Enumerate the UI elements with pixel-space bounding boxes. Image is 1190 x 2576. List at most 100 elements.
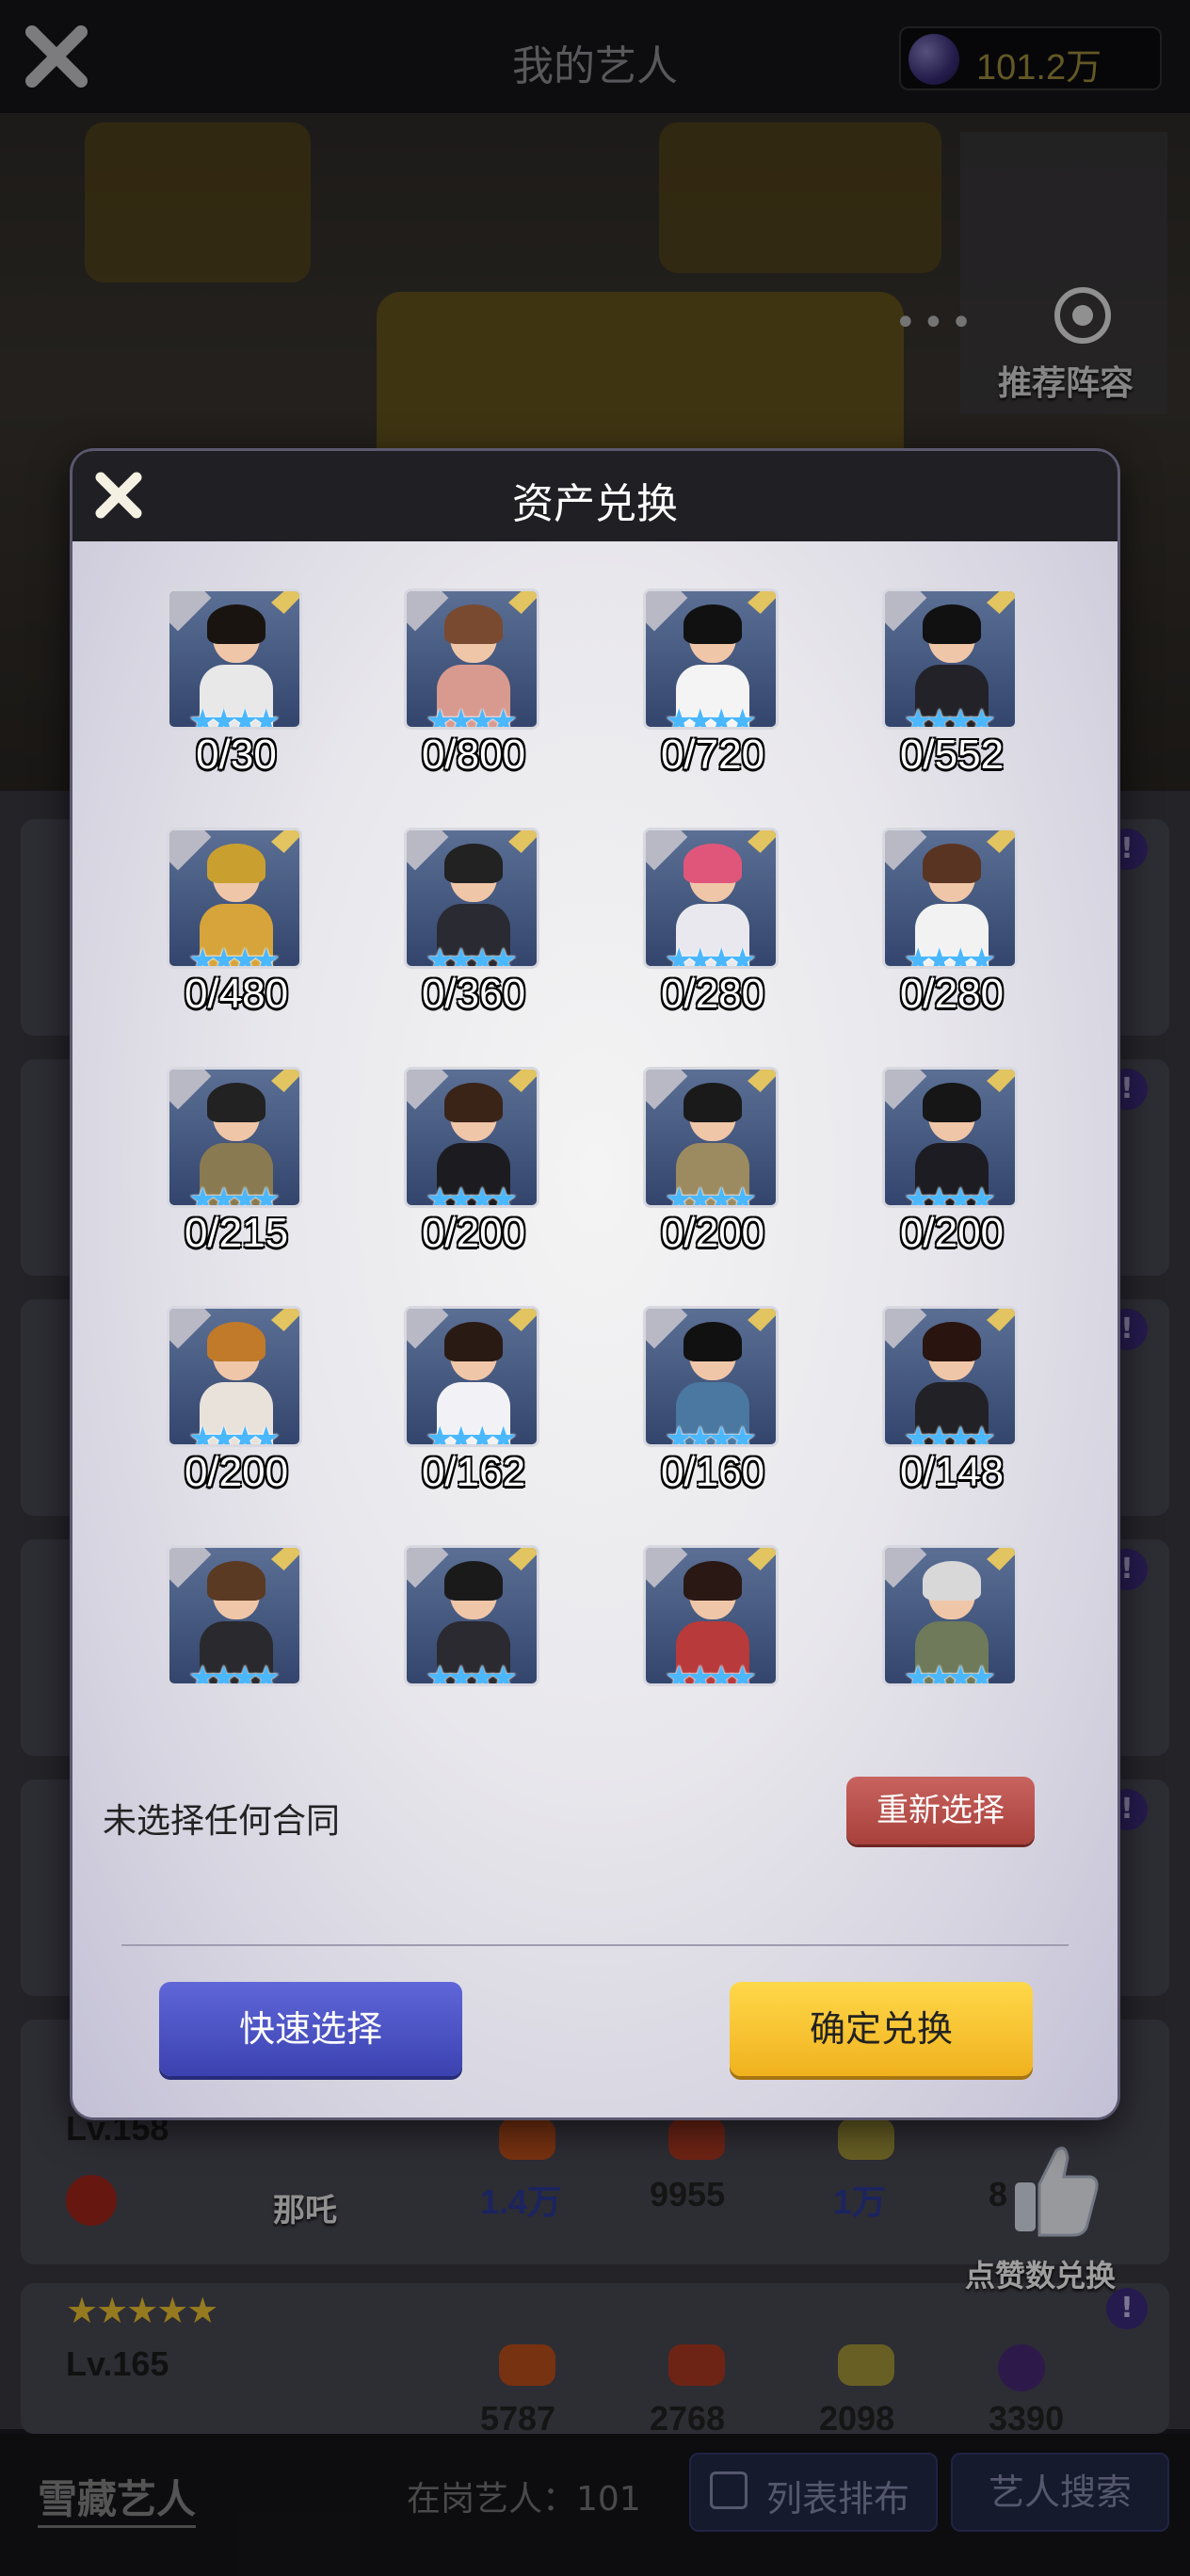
confirm-exchange-button[interactable]: 确定兑换 bbox=[730, 1982, 1033, 2076]
contract-card[interactable]: ★★★★ 0/215 bbox=[167, 1067, 306, 1256]
artist-portrait: ★★★★ bbox=[167, 1067, 302, 1208]
artist-hair bbox=[207, 1083, 265, 1122]
contract-tag-icon bbox=[748, 1070, 776, 1092]
artist-hair bbox=[923, 604, 981, 644]
contract-card[interactable]: ★★★★ 0/148 bbox=[882, 1306, 1021, 1495]
contract-tag-icon bbox=[508, 1548, 537, 1570]
contract-count: 0/162 bbox=[421, 1449, 526, 1495]
artist-hair bbox=[207, 1561, 265, 1601]
quick-select-button[interactable]: 快速选择 bbox=[159, 1982, 462, 2076]
rarity-stars: ★★★★ bbox=[426, 1659, 518, 1686]
artist-hair bbox=[923, 844, 981, 883]
rarity-stars: ★★★★ bbox=[665, 1181, 757, 1208]
contract-card[interactable]: ★★★★ 0/160 bbox=[643, 1306, 782, 1495]
contract-card[interactable]: ★★★★ 0/200 bbox=[404, 1067, 543, 1256]
dialog-body: ★★★★ 0/30 ★★★★ 0/800 ★★★★ 0/720 ★★★★ 0/552 ★★★★ 0… bbox=[72, 541, 1118, 2117]
artist-hair bbox=[207, 844, 265, 883]
artist-portrait: ★★★★ bbox=[404, 828, 539, 969]
contract-count: 0/148 bbox=[899, 1449, 1005, 1495]
contract-card[interactable]: ★★★★ 0/162 bbox=[404, 1306, 543, 1495]
contract-card[interactable]: ★★★★ 0/552 bbox=[882, 588, 1021, 778]
contract-count: 0/200 bbox=[421, 1210, 526, 1256]
contract-tag-icon bbox=[271, 830, 299, 853]
rarity-stars: ★★★★ bbox=[188, 1659, 281, 1686]
artist-hair bbox=[444, 604, 503, 644]
artist-portrait: ★★★★ bbox=[643, 828, 779, 969]
contract-card[interactable]: ★★★★ 0/360 bbox=[404, 828, 543, 1017]
artist-hair bbox=[444, 844, 503, 883]
artist-portrait: ★★★★ bbox=[167, 828, 302, 969]
rarity-stars: ★★★★ bbox=[426, 702, 518, 730]
artist-hair bbox=[923, 1083, 981, 1122]
contract-tag-icon bbox=[987, 1548, 1015, 1570]
contract-tag-icon bbox=[271, 591, 299, 614]
contract-card[interactable]: ★★★★ 0/800 bbox=[404, 588, 543, 778]
contract-count: 0/215 bbox=[184, 1210, 289, 1256]
contract-card[interactable]: ★★★★ bbox=[643, 1545, 782, 1733]
rarity-stars: ★★★★ bbox=[188, 702, 281, 730]
contract-tag-icon bbox=[271, 1309, 299, 1331]
selection-status: 未选择任何合同 bbox=[103, 1802, 341, 1841]
contract-count: 0/552 bbox=[899, 732, 1005, 778]
artist-portrait: ★★★★ bbox=[404, 1306, 539, 1447]
artist-portrait: ★★★★ bbox=[404, 588, 539, 730]
contract-card[interactable]: ★★★★ 0/200 bbox=[882, 1067, 1021, 1256]
artist-portrait: ★★★★ bbox=[167, 1306, 302, 1447]
dialog-header: 资产兑换 bbox=[72, 451, 1118, 541]
artist-portrait: ★★★★ bbox=[882, 828, 1018, 969]
reselect-button[interactable]: 重新选择 bbox=[846, 1777, 1035, 1844]
rarity-stars: ★★★★ bbox=[904, 1181, 996, 1208]
rarity-stars: ★★★★ bbox=[665, 702, 757, 730]
artist-portrait: ★★★★ bbox=[643, 1545, 779, 1686]
contract-tag-icon bbox=[987, 1070, 1015, 1092]
artist-portrait: ★★★★ bbox=[167, 1545, 302, 1686]
contract-tag-icon bbox=[748, 1309, 776, 1331]
contract-count: 0/200 bbox=[184, 1449, 289, 1495]
artist-hair bbox=[923, 1322, 981, 1361]
rarity-stars: ★★★★ bbox=[426, 1181, 518, 1208]
contract-count: 0/480 bbox=[184, 971, 289, 1017]
contract-grid[interactable]: ★★★★ 0/30 ★★★★ 0/800 ★★★★ 0/720 ★★★★ 0/552 ★★★★ 0… bbox=[148, 541, 1089, 1752]
contract-card[interactable]: ★★★★ 0/200 bbox=[167, 1306, 306, 1495]
artist-portrait: ★★★★ bbox=[643, 588, 779, 730]
rarity-stars: ★★★★ bbox=[904, 1420, 996, 1447]
artist-hair bbox=[207, 604, 265, 644]
contract-card[interactable]: ★★★★ 0/480 bbox=[167, 828, 306, 1017]
contract-card[interactable]: ★★★★ 0/720 bbox=[643, 588, 782, 778]
contract-card[interactable]: ★★★★ bbox=[404, 1545, 543, 1733]
artist-portrait: ★★★★ bbox=[404, 1067, 539, 1208]
contract-card[interactable]: ★★★★ 0/200 bbox=[643, 1067, 782, 1256]
contract-card[interactable]: ★★★★ bbox=[882, 1545, 1021, 1733]
contract-card[interactable]: ★★★★ bbox=[167, 1545, 306, 1733]
rarity-stars: ★★★★ bbox=[904, 942, 996, 969]
dialog-title: 资产兑换 bbox=[512, 480, 678, 528]
contract-tag-icon bbox=[271, 1548, 299, 1570]
artist-hair bbox=[683, 1083, 742, 1122]
artist-portrait: ★★★★ bbox=[882, 588, 1018, 730]
contract-card[interactable]: ★★★★ 0/280 bbox=[643, 828, 782, 1017]
contract-count: 0/200 bbox=[899, 1210, 1005, 1256]
artist-hair bbox=[683, 604, 742, 644]
artist-portrait: ★★★★ bbox=[882, 1067, 1018, 1208]
contract-count: 0/30 bbox=[196, 732, 277, 778]
contract-card[interactable]: ★★★★ 0/280 bbox=[882, 828, 1021, 1017]
contract-tag-icon bbox=[748, 591, 776, 614]
contract-tag-icon bbox=[508, 830, 537, 853]
contract-tag-icon bbox=[271, 1070, 299, 1092]
artist-hair bbox=[207, 1322, 265, 1361]
rarity-stars: ★★★★ bbox=[188, 1420, 281, 1447]
divider bbox=[121, 1944, 1069, 1946]
artist-hair bbox=[444, 1083, 503, 1122]
contract-tag-icon bbox=[508, 1070, 537, 1092]
artist-portrait: ★★★★ bbox=[643, 1306, 779, 1447]
contract-count: 0/160 bbox=[660, 1449, 765, 1495]
contract-tag-icon bbox=[508, 1309, 537, 1331]
rarity-stars: ★★★★ bbox=[426, 1420, 518, 1447]
artist-hair bbox=[683, 1322, 742, 1361]
artist-portrait: ★★★★ bbox=[167, 588, 302, 730]
rarity-stars: ★★★★ bbox=[904, 1659, 996, 1686]
contract-count: 0/280 bbox=[660, 971, 765, 1017]
contract-card[interactable]: ★★★★ 0/30 bbox=[167, 588, 306, 778]
contract-count: 0/360 bbox=[421, 971, 526, 1017]
asset-exchange-dialog: 资产兑换 ★★★★ 0/30 ★★★★ 0/800 ★★★★ 0/720 ★★★★ 0/552… bbox=[70, 448, 1120, 2120]
